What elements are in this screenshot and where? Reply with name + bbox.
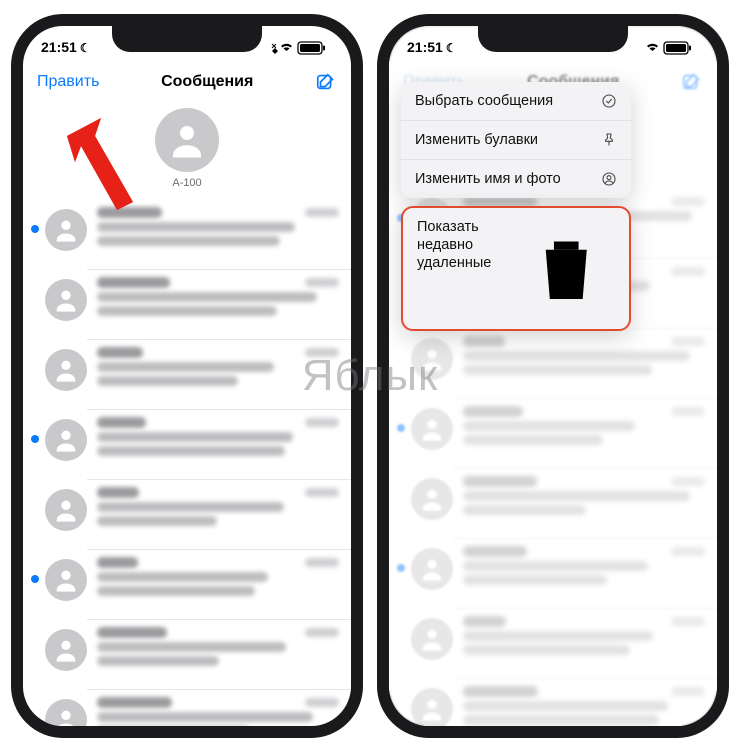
avatar <box>45 629 87 671</box>
unread-dot <box>31 435 39 443</box>
conversation-row[interactable] <box>23 479 351 549</box>
timestamp-blurred <box>305 278 339 287</box>
menu-label: Выбрать сообщения <box>415 93 553 109</box>
avatar <box>45 699 87 738</box>
status-time: 21:51 <box>407 39 443 55</box>
contact-name-blurred <box>97 417 146 428</box>
contact-name-blurred <box>97 627 167 638</box>
unread-dot <box>31 575 39 583</box>
phone-left: 21:51☾ Править Сообщения A-100 <box>11 14 363 738</box>
page-title: Сообщения <box>161 73 253 91</box>
preview-blurred <box>97 376 238 386</box>
status-icons <box>271 39 333 55</box>
avatar <box>45 419 87 461</box>
preview-blurred <box>97 446 285 456</box>
menu-label: Показать недавно удаленные <box>417 218 517 272</box>
preview-blurred <box>97 306 277 316</box>
preview-blurred <box>97 362 274 372</box>
conversation-row[interactable] <box>23 409 351 479</box>
preview-blurred <box>97 586 255 596</box>
preview-blurred <box>97 642 286 652</box>
status-icons <box>637 39 699 55</box>
avatar <box>45 349 87 391</box>
menu-edit-name-photo[interactable]: Изменить имя и фото <box>401 159 631 198</box>
compose-button[interactable] <box>315 71 337 93</box>
nav-bar: Править Сообщения <box>23 62 351 102</box>
conversation-row[interactable] <box>23 269 351 339</box>
menu-label: Изменить имя и фото <box>415 171 561 187</box>
conversation-row[interactable] <box>23 549 351 619</box>
preview-blurred <box>97 656 219 666</box>
pinned-contact[interactable]: A-100 <box>23 102 351 199</box>
contact-name-blurred <box>97 347 143 358</box>
menu-edit-pins[interactable]: Изменить булавки <box>401 120 631 159</box>
avatar <box>45 559 87 601</box>
timestamp-blurred <box>305 418 339 427</box>
notch <box>478 24 628 52</box>
preview-blurred <box>97 222 295 232</box>
timestamp-blurred <box>305 348 339 357</box>
contact-name-blurred <box>97 207 162 218</box>
pinned-name: A-100 <box>172 177 201 189</box>
conversation-row[interactable] <box>23 199 351 269</box>
preview-blurred <box>97 726 249 736</box>
conversation-row[interactable] <box>23 619 351 689</box>
avatar <box>45 279 87 321</box>
avatar <box>45 489 87 531</box>
avatar <box>155 108 219 172</box>
status-time: 21:51 <box>41 39 77 55</box>
preview-blurred <box>97 432 293 442</box>
pin-icon <box>601 132 617 148</box>
unread-dot <box>31 225 39 233</box>
moon-icon: ☾ <box>446 41 457 55</box>
edit-menu: Выбрать сообщения Изменить булавки Измен… <box>401 82 631 331</box>
avatar <box>45 209 87 251</box>
preview-blurred <box>97 516 217 526</box>
conversation-row[interactable] <box>23 689 351 738</box>
timestamp-blurred <box>305 488 339 497</box>
person-circle-icon <box>601 171 617 187</box>
unread-dot <box>31 645 39 653</box>
unread-dot <box>31 365 39 373</box>
trash-icon <box>517 221 615 319</box>
preview-blurred <box>97 236 280 246</box>
preview-blurred <box>97 292 317 302</box>
timestamp-blurred <box>305 628 339 637</box>
timestamp-blurred <box>305 698 339 707</box>
notch <box>112 24 262 52</box>
timestamp-blurred <box>305 208 339 217</box>
unread-dot <box>31 715 39 723</box>
moon-icon: ☾ <box>80 41 91 55</box>
conversation-row[interactable] <box>23 339 351 409</box>
check-circle-icon <box>601 93 617 109</box>
contact-name-blurred <box>97 697 172 708</box>
preview-blurred <box>97 572 268 582</box>
timestamp-blurred <box>305 558 339 567</box>
contact-name-blurred <box>97 487 139 498</box>
contact-name-blurred <box>97 277 170 288</box>
menu-select-messages[interactable]: Выбрать сообщения <box>401 82 631 120</box>
phone-right: 21:51☾ Править Сообщения Выбрать с <box>377 14 729 738</box>
conversation-list[interactable] <box>23 199 351 738</box>
preview-blurred <box>97 502 284 512</box>
preview-blurred <box>97 712 313 722</box>
menu-show-recently-deleted[interactable]: Показать недавно удаленные <box>403 208 629 329</box>
unread-dot <box>31 505 39 513</box>
menu-label: Изменить булавки <box>415 132 538 148</box>
edit-button[interactable]: Править <box>37 73 99 91</box>
contact-name-blurred <box>97 557 138 568</box>
unread-dot <box>31 295 39 303</box>
